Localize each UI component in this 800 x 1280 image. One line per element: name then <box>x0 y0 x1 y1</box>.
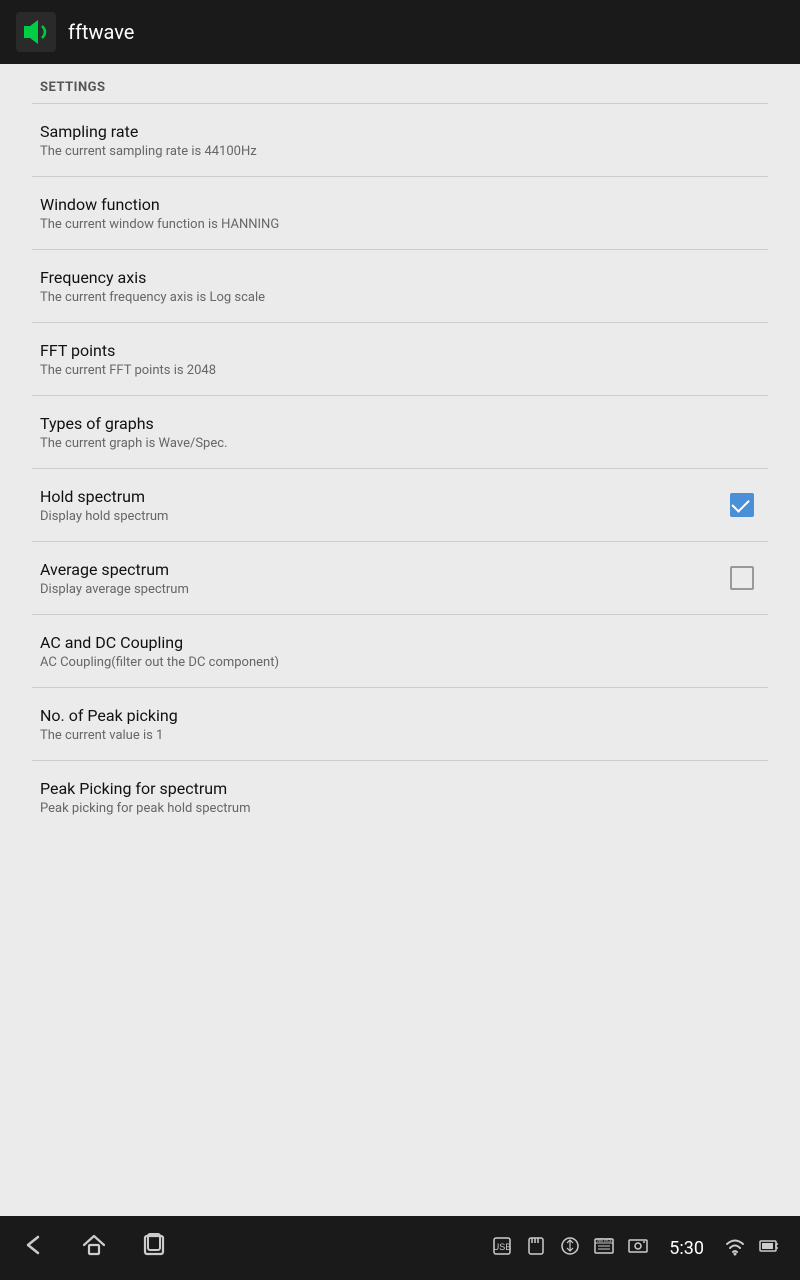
app-icon <box>16 12 56 52</box>
photo-icon <box>627 1235 649 1262</box>
nav-right: USB NEWS <box>491 1235 780 1262</box>
settings-subtitle-fft-points: The current FFT points is 2048 <box>40 363 760 378</box>
settings-subtitle-frequency-axis: The current frequency axis is Log scale <box>40 290 760 305</box>
checkbox-average-spectrum[interactable] <box>724 560 760 596</box>
settings-item-peak-picking-spectrum[interactable]: Peak Picking for spectrum Peak picking fo… <box>0 761 800 833</box>
checkbox-hold-spectrum[interactable] <box>724 487 760 523</box>
settings-text-peak-picking-spectrum: Peak Picking for spectrum Peak picking fo… <box>40 779 760 816</box>
settings-list: Sampling rate The current sampling rate i… <box>0 104 800 833</box>
checkbox-checked-icon <box>730 493 754 517</box>
settings-subtitle-peak-picking-spectrum: Peak picking for peak hold spectrum <box>40 801 760 816</box>
settings-item-average-spectrum[interactable]: Average spectrum Display average spectrum <box>0 542 800 614</box>
settings-title-window-function: Window function <box>40 195 760 214</box>
settings-title-peak-picking-no: No. of Peak picking <box>40 706 760 725</box>
settings-subtitle-hold-spectrum: Display hold spectrum <box>40 509 724 524</box>
settings-text-fft-points: FFT points The current FFT points is 2048 <box>40 341 760 378</box>
settings-title-peak-picking-spectrum: Peak Picking for spectrum <box>40 779 760 798</box>
nav-bar: USB NEWS <box>0 1216 800 1280</box>
settings-title-types-of-graphs: Types of graphs <box>40 414 760 433</box>
settings-title-hold-spectrum: Hold spectrum <box>40 487 724 506</box>
settings-item-frequency-axis[interactable]: Frequency axis The current frequency axis… <box>0 250 800 322</box>
settings-subtitle-sampling-rate: The current sampling rate is 44100Hz <box>40 144 760 159</box>
settings-title-fft-points: FFT points <box>40 341 760 360</box>
usb2-icon <box>559 1235 581 1262</box>
settings-item-types-of-graphs[interactable]: Types of graphs The current graph is Wave… <box>0 396 800 468</box>
settings-text-frequency-axis: Frequency axis The current frequency axis… <box>40 268 760 305</box>
svg-text:USB: USB <box>493 1242 512 1252</box>
checkbox-unchecked-icon <box>730 566 754 590</box>
settings-text-sampling-rate: Sampling rate The current sampling rate i… <box>40 122 760 159</box>
settings-item-ac-dc-coupling[interactable]: AC and DC Coupling AC Coupling(filter out… <box>0 615 800 687</box>
usb-icon: USB <box>491 1235 513 1262</box>
svg-text:NEWS: NEWS <box>597 1238 613 1244</box>
app-title: fftwave <box>68 20 134 44</box>
wifi-icon <box>724 1235 746 1262</box>
settings-title-ac-dc-coupling: AC and DC Coupling <box>40 633 760 652</box>
settings-header: SETTINGS <box>0 64 800 103</box>
settings-item-window-function[interactable]: Window function The current window functi… <box>0 177 800 249</box>
settings-item-fft-points[interactable]: FFT points The current FFT points is 2048 <box>0 323 800 395</box>
app-bar: fftwave <box>0 0 800 64</box>
settings-item-peak-picking-no[interactable]: No. of Peak picking The current value is … <box>0 688 800 760</box>
settings-subtitle-peak-picking-no: The current value is 1 <box>40 728 760 743</box>
settings-container: SETTINGS Sampling rate The current sampli… <box>0 64 800 833</box>
settings-subtitle-types-of-graphs: The current graph is Wave/Spec. <box>40 436 760 451</box>
time-display: 5:30 <box>669 1238 704 1259</box>
news-icon: NEWS <box>593 1235 615 1262</box>
battery-icon <box>758 1235 780 1262</box>
settings-title-sampling-rate: Sampling rate <box>40 122 760 141</box>
home-button[interactable] <box>80 1231 108 1265</box>
settings-text-window-function: Window function The current window functi… <box>40 195 760 232</box>
settings-subtitle-window-function: The current window function is HANNING <box>40 217 760 232</box>
settings-text-average-spectrum: Average spectrum Display average spectrum <box>40 560 724 597</box>
main-content: SETTINGS Sampling rate The current sampli… <box>0 64 800 1280</box>
settings-title-frequency-axis: Frequency axis <box>40 268 760 287</box>
nav-left <box>20 1231 168 1265</box>
sdcard-icon <box>525 1235 547 1262</box>
back-button[interactable] <box>20 1231 48 1265</box>
settings-text-hold-spectrum: Hold spectrum Display hold spectrum <box>40 487 724 524</box>
settings-text-types-of-graphs: Types of graphs The current graph is Wave… <box>40 414 760 451</box>
settings-text-peak-picking-no: No. of Peak picking The current value is … <box>40 706 760 743</box>
settings-item-sampling-rate[interactable]: Sampling rate The current sampling rate i… <box>0 104 800 176</box>
settings-subtitle-ac-dc-coupling: AC Coupling(filter out the DC component) <box>40 655 760 670</box>
settings-subtitle-average-spectrum: Display average spectrum <box>40 582 724 597</box>
settings-title-average-spectrum: Average spectrum <box>40 560 724 579</box>
recent-button[interactable] <box>140 1231 168 1265</box>
settings-item-hold-spectrum[interactable]: Hold spectrum Display hold spectrum <box>0 469 800 541</box>
settings-text-ac-dc-coupling: AC and DC Coupling AC Coupling(filter out… <box>40 633 760 670</box>
